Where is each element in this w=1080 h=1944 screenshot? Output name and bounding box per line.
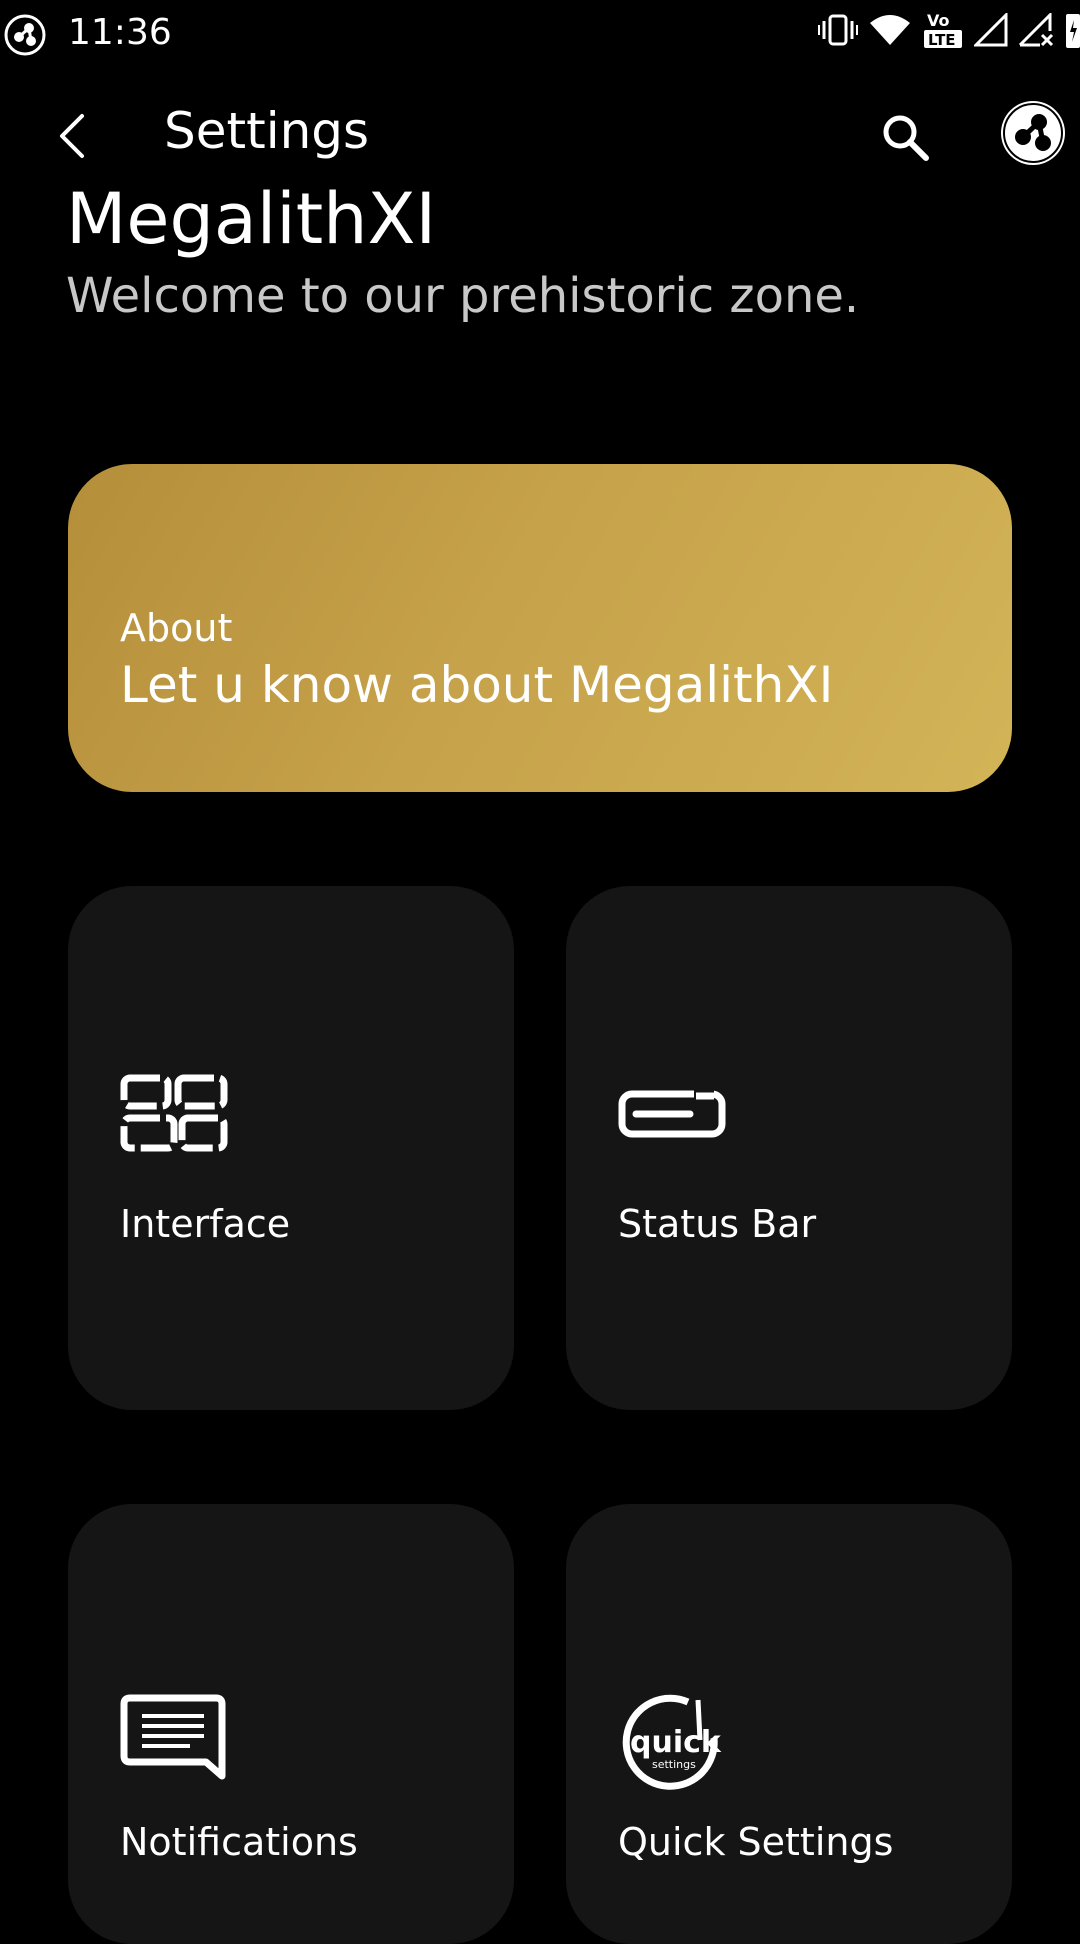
megalith-logo-button[interactable] (998, 98, 1068, 168)
status-bar-icon (618, 1074, 728, 1174)
megalith-logo-icon (1001, 101, 1065, 165)
tile-label-interface: Interface (120, 1202, 291, 1246)
back-arrow-icon (60, 114, 84, 158)
volte-text-top: Vo (927, 11, 950, 30)
tile-label-quick-settings: Quick Settings (618, 1820, 894, 1864)
search-icon (883, 115, 929, 161)
toolbar-title: Settings (164, 102, 370, 160)
status-time: 11:36 (68, 12, 172, 53)
tile-status-bar[interactable]: Status Bar (566, 886, 1012, 1410)
megalith-logo-icon (4, 14, 46, 56)
battery-charging-icon (1064, 10, 1080, 54)
toolbar: Settings (0, 88, 1080, 184)
tile-label-status-bar: Status Bar (618, 1202, 817, 1246)
wifi-icon (868, 13, 912, 51)
back-button[interactable] (48, 106, 108, 166)
volte-text-bottom: LTE (928, 31, 956, 49)
page-title: MegalithXI (66, 178, 437, 260)
about-text: Let u know about MegalithXI (120, 656, 834, 714)
about-card[interactable]: About Let u know about MegalithXI (68, 464, 1012, 792)
search-button[interactable] (876, 108, 936, 168)
quick-icon-subtext: settings (652, 1758, 696, 1771)
vibrate-icon (818, 13, 858, 51)
volte-icon: Vo LTE (922, 10, 964, 54)
signal-icon (972, 11, 1008, 51)
about-label: About (120, 606, 233, 650)
tile-label-notifications: Notifications (120, 1820, 358, 1864)
status-bar: 11:36 Vo LTE (0, 0, 1080, 66)
tile-quick-settings[interactable]: quick settings Quick Settings (566, 1504, 1012, 1944)
quick-settings-icon: quick settings (618, 1692, 728, 1792)
page-subtitle: Welcome to our prehistoric zone. (66, 268, 860, 324)
signal-no-data-icon (1018, 11, 1054, 51)
interface-icon (120, 1074, 230, 1174)
quick-icon-text: quick (630, 1725, 722, 1760)
notifications-icon (120, 1692, 230, 1792)
tile-interface[interactable]: Interface (68, 886, 514, 1410)
tile-notifications[interactable]: Notifications (68, 1504, 514, 1944)
